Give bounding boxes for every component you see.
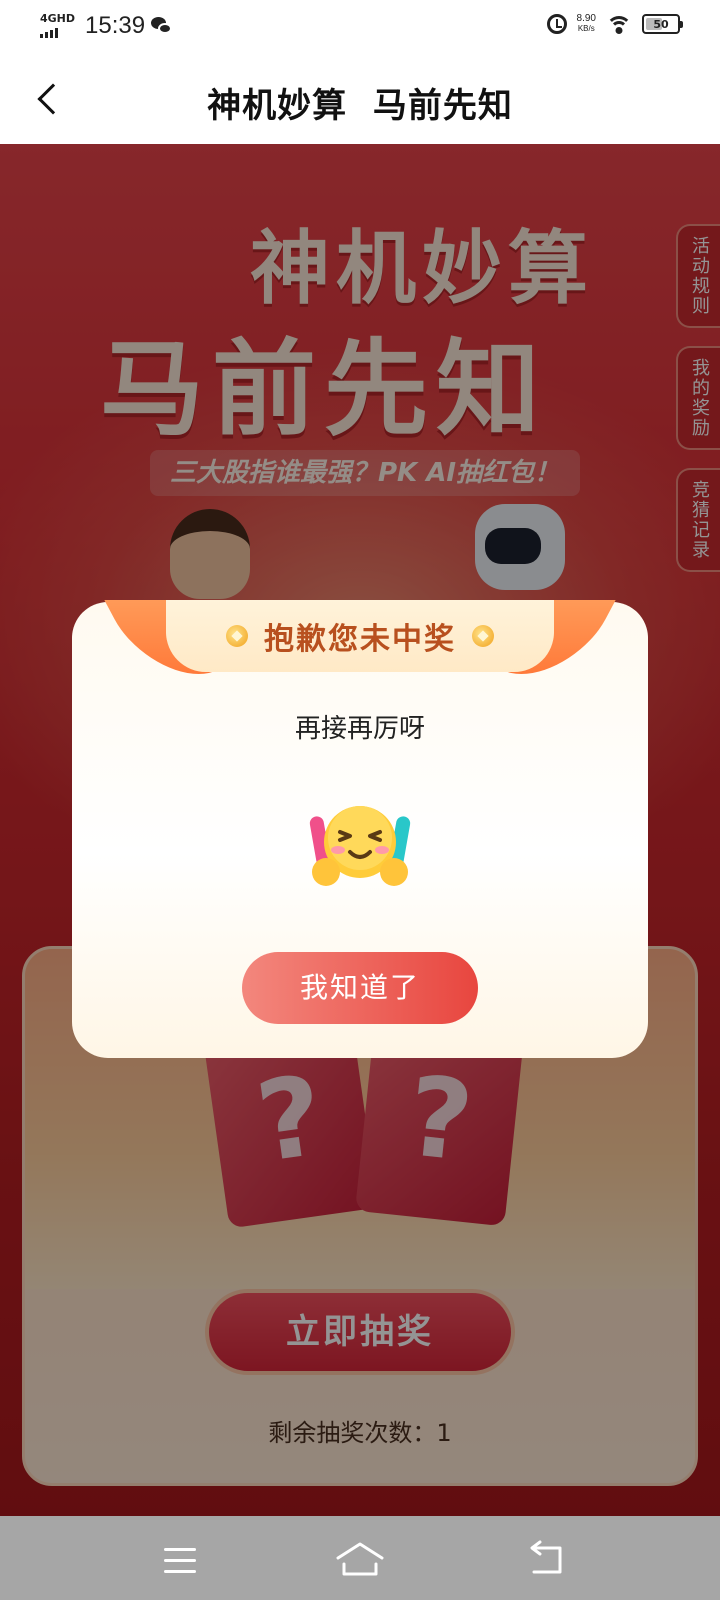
- cheering-smiley-icon: [309, 806, 411, 886]
- signal-indicator: 4GHD: [40, 12, 76, 38]
- dialog-message: 再接再厉呀: [294, 714, 425, 744]
- home-icon: [336, 1542, 384, 1576]
- network-speed-unit: KB/s: [577, 24, 595, 33]
- ribbon-banner: 抱歉您未中奖: [166, 600, 554, 672]
- wechat-icon: [151, 17, 173, 35]
- network-speed: 8.90 KB/s: [577, 14, 596, 34]
- menu-button[interactable]: [150, 1534, 210, 1584]
- network-type-label: 4GHD: [40, 12, 76, 25]
- coin-icon: [226, 625, 248, 647]
- signal-bars-icon: [40, 24, 75, 38]
- battery-level: 50: [653, 17, 669, 31]
- system-nav-bar: [0, 1516, 720, 1600]
- got-it-button[interactable]: 我知道了: [242, 952, 478, 1024]
- status-left: 4GHD 15:39: [40, 12, 173, 40]
- dialog-ribbon: 抱歉您未中奖: [104, 600, 616, 676]
- home-button[interactable]: [330, 1534, 390, 1584]
- status-bar: 4GHD 15:39 8.90 KB/s 50: [0, 0, 720, 56]
- system-back-button[interactable]: [520, 1534, 580, 1584]
- clock-time: 15:39: [85, 12, 146, 39]
- nav-bar: 神机妙算 马前先知: [0, 56, 720, 144]
- battery-icon: 50: [642, 14, 683, 34]
- dialog-title: 抱歉您未中奖: [264, 622, 456, 657]
- page-title: 神机妙算 马前先知: [207, 86, 513, 126]
- return-icon: [530, 1540, 562, 1574]
- coin-icon: [472, 625, 494, 647]
- wifi-icon: [606, 14, 632, 34]
- status-right: 8.90 KB/s 50: [546, 14, 683, 34]
- network-speed-value: 8.90: [576, 13, 596, 24]
- alarm-icon: [546, 14, 567, 34]
- result-dialog: 抱歉您未中奖 再接再厉呀 我知道了: [72, 600, 648, 1058]
